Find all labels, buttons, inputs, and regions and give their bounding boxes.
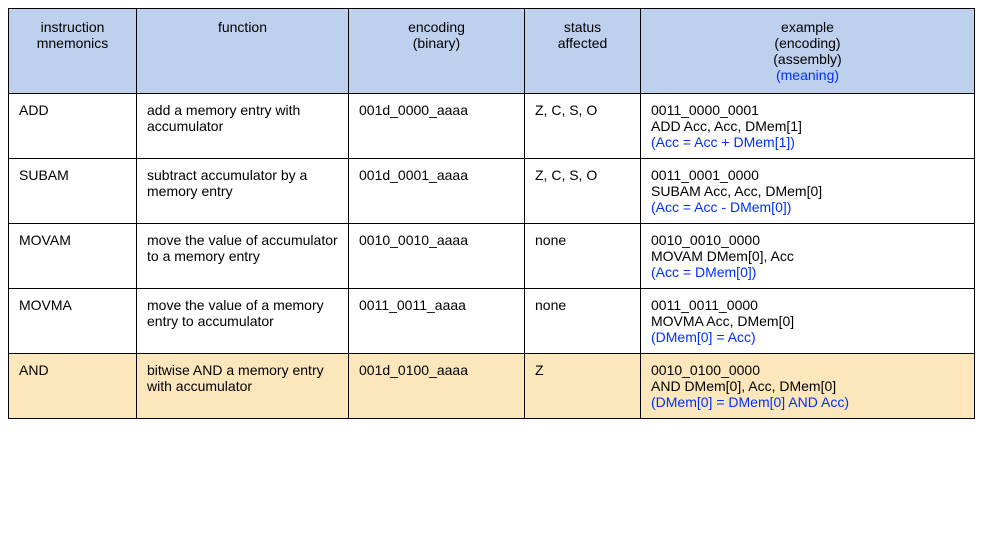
table-row: SUBAMsubtract accumulator by a memory en…: [9, 159, 975, 224]
hdr-mnemonics: instruction mnemonics: [9, 9, 137, 94]
instruction-table: instruction mnemonics function encoding …: [8, 8, 975, 419]
cell-encoding: 0011_0011_aaaa: [349, 289, 525, 354]
cell-status: Z: [525, 354, 641, 419]
cell-encoding: 001d_0001_aaaa: [349, 159, 525, 224]
example-encoding: 0010_0010_0000: [651, 232, 964, 248]
cell-function: add a memory entry with accumulator: [137, 94, 349, 159]
example-meaning: (Acc = DMem[0]): [651, 264, 964, 280]
cell-function: subtract accumulator by a memory entry: [137, 159, 349, 224]
table-row: MOVAMmove the value of accumulator to a …: [9, 224, 975, 289]
example-encoding: 0011_0011_0000: [651, 297, 964, 313]
example-meaning: (Acc = Acc + DMem[1]): [651, 134, 964, 150]
example-assembly: MOVMA Acc, DMem[0]: [651, 313, 964, 329]
cell-status: none: [525, 224, 641, 289]
cell-function: bitwise AND a memory entry with accumula…: [137, 354, 349, 419]
hdr-encoding: encoding (binary): [349, 9, 525, 94]
cell-encoding: 0010_0010_aaaa: [349, 224, 525, 289]
example-encoding: 0011_0000_0001: [651, 102, 964, 118]
example-encoding: 0010_0100_0000: [651, 362, 964, 378]
example-assembly: MOVAM DMem[0], Acc: [651, 248, 964, 264]
cell-mnemonic: AND: [9, 354, 137, 419]
cell-mnemonic: ADD: [9, 94, 137, 159]
cell-example: 0010_0010_0000MOVAM DMem[0], Acc(Acc = D…: [641, 224, 975, 289]
cell-status: Z, C, S, O: [525, 159, 641, 224]
cell-status: none: [525, 289, 641, 354]
example-assembly: SUBAM Acc, Acc, DMem[0]: [651, 183, 964, 199]
cell-mnemonic: SUBAM: [9, 159, 137, 224]
example-meaning: (DMem[0] = Acc): [651, 329, 964, 345]
table-row: MOVMAmove the value of a memory entry to…: [9, 289, 975, 354]
hdr-example: example (encoding) (assembly) (meaning): [641, 9, 975, 94]
cell-encoding: 001d_0000_aaaa: [349, 94, 525, 159]
example-assembly: AND DMem[0], Acc, DMem[0]: [651, 378, 964, 394]
cell-mnemonic: MOVMA: [9, 289, 137, 354]
cell-encoding: 001d_0100_aaaa: [349, 354, 525, 419]
cell-function: move the value of accumulator to a memor…: [137, 224, 349, 289]
cell-function: move the value of a memory entry to accu…: [137, 289, 349, 354]
hdr-status: status affected: [525, 9, 641, 94]
example-meaning: (DMem[0] = DMem[0] AND Acc): [651, 394, 964, 410]
table-header-row: instruction mnemonics function encoding …: [9, 9, 975, 94]
cell-mnemonic: MOVAM: [9, 224, 137, 289]
example-encoding: 0011_0001_0000: [651, 167, 964, 183]
table-row: ANDbitwise AND a memory entry with accum…: [9, 354, 975, 419]
example-meaning: (Acc = Acc - DMem[0]): [651, 199, 964, 215]
cell-status: Z, C, S, O: [525, 94, 641, 159]
cell-example: 0011_0011_0000MOVMA Acc, DMem[0](DMem[0]…: [641, 289, 975, 354]
table-row: ADDadd a memory entry with accumulator00…: [9, 94, 975, 159]
cell-example: 0010_0100_0000AND DMem[0], Acc, DMem[0](…: [641, 354, 975, 419]
hdr-function: function: [137, 9, 349, 94]
cell-example: 0011_0001_0000SUBAM Acc, Acc, DMem[0](Ac…: [641, 159, 975, 224]
cell-example: 0011_0000_0001ADD Acc, Acc, DMem[1](Acc …: [641, 94, 975, 159]
example-assembly: ADD Acc, Acc, DMem[1]: [651, 118, 964, 134]
